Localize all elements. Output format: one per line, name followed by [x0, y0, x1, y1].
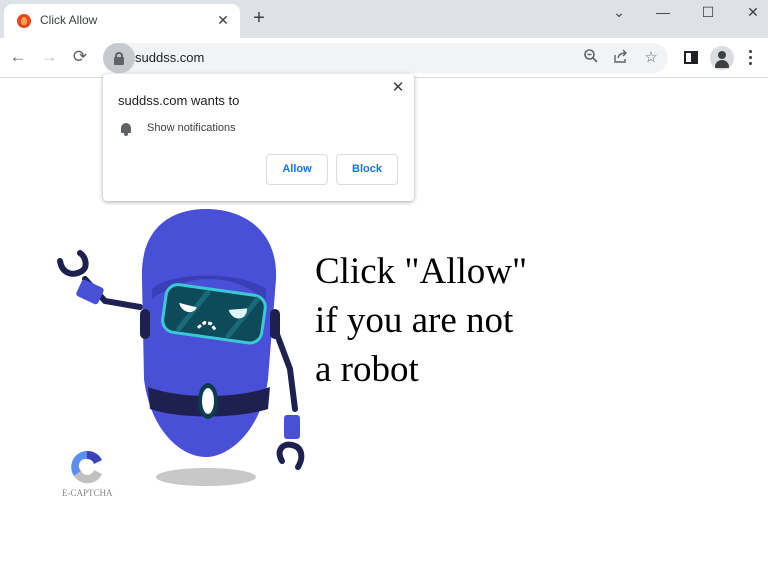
forward-button[interactable]: →: [38, 46, 60, 68]
block-button[interactable]: Block: [336, 154, 398, 185]
e-captcha-label: E-CAPTCHA: [62, 488, 113, 498]
bookmark-star-icon[interactable]: ☆: [641, 48, 661, 68]
lock-icon-body: [114, 57, 124, 65]
url-text[interactable]: suddss.com: [135, 50, 204, 65]
bell-icon: [120, 122, 132, 136]
e-captcha-logo-icon: [71, 450, 102, 484]
robot-left-cuff: [76, 279, 104, 305]
side-panel-icon[interactable]: [684, 51, 698, 64]
robot-right-cuff: [284, 415, 300, 439]
share-icon[interactable]: [611, 48, 631, 68]
headline-line-1: Click "Allow": [315, 251, 528, 292]
popup-title: suddss.com wants to: [118, 93, 240, 108]
robot-belt-light: [202, 388, 214, 414]
close-window-button[interactable]: ✕: [741, 2, 765, 22]
robot-left-claw: [57, 250, 89, 277]
allow-button[interactable]: Allow: [266, 154, 328, 185]
zoom-out-icon[interactable]: [581, 48, 601, 68]
permission-text: Show notifications: [147, 122, 236, 134]
new-tab-button[interactable]: +: [249, 8, 269, 29]
title-bar: Click Allow ✕ + ⌄ — ☐ ✕: [0, 0, 768, 38]
avatar-torso: [715, 60, 729, 68]
headline: Click "Allow" if you are not a robot: [315, 247, 527, 394]
back-button[interactable]: ←: [7, 46, 29, 68]
reload-button[interactable]: ⟳: [69, 46, 91, 68]
fire-favicon-icon: [17, 14, 31, 28]
robot-ear-left: [140, 309, 150, 339]
site-info-button[interactable]: [103, 43, 135, 73]
popup-close-icon[interactable]: ✕: [390, 80, 406, 96]
menu-icon[interactable]: [749, 50, 753, 66]
headline-line-2: if you are not: [315, 300, 514, 341]
address-bar[interactable]: suddss.com ☆: [103, 43, 668, 73]
maximize-button[interactable]: ☐: [696, 2, 720, 22]
avatar-head: [718, 51, 726, 59]
tab-close-icon[interactable]: ✕: [214, 11, 232, 29]
headline-line-3: a robot: [315, 349, 419, 390]
robot-right-claw: [276, 441, 305, 470]
browser-tab[interactable]: Click Allow ✕: [4, 4, 240, 38]
notification-permission-popup: suddss.com wants to ✕ Show notifications…: [103, 74, 414, 201]
browser-toolbar: ← → ⟳ suddss.com ☆: [0, 38, 768, 78]
minimize-button[interactable]: —: [651, 2, 675, 22]
robot-shadow: [156, 468, 256, 486]
robot-ear-right: [270, 309, 280, 339]
tab-search-chevron-icon[interactable]: ⌄: [607, 2, 631, 22]
robot-right-arm: [272, 326, 298, 412]
profile-avatar-icon[interactable]: [710, 46, 734, 70]
tab-title: Click Allow: [40, 13, 98, 27]
